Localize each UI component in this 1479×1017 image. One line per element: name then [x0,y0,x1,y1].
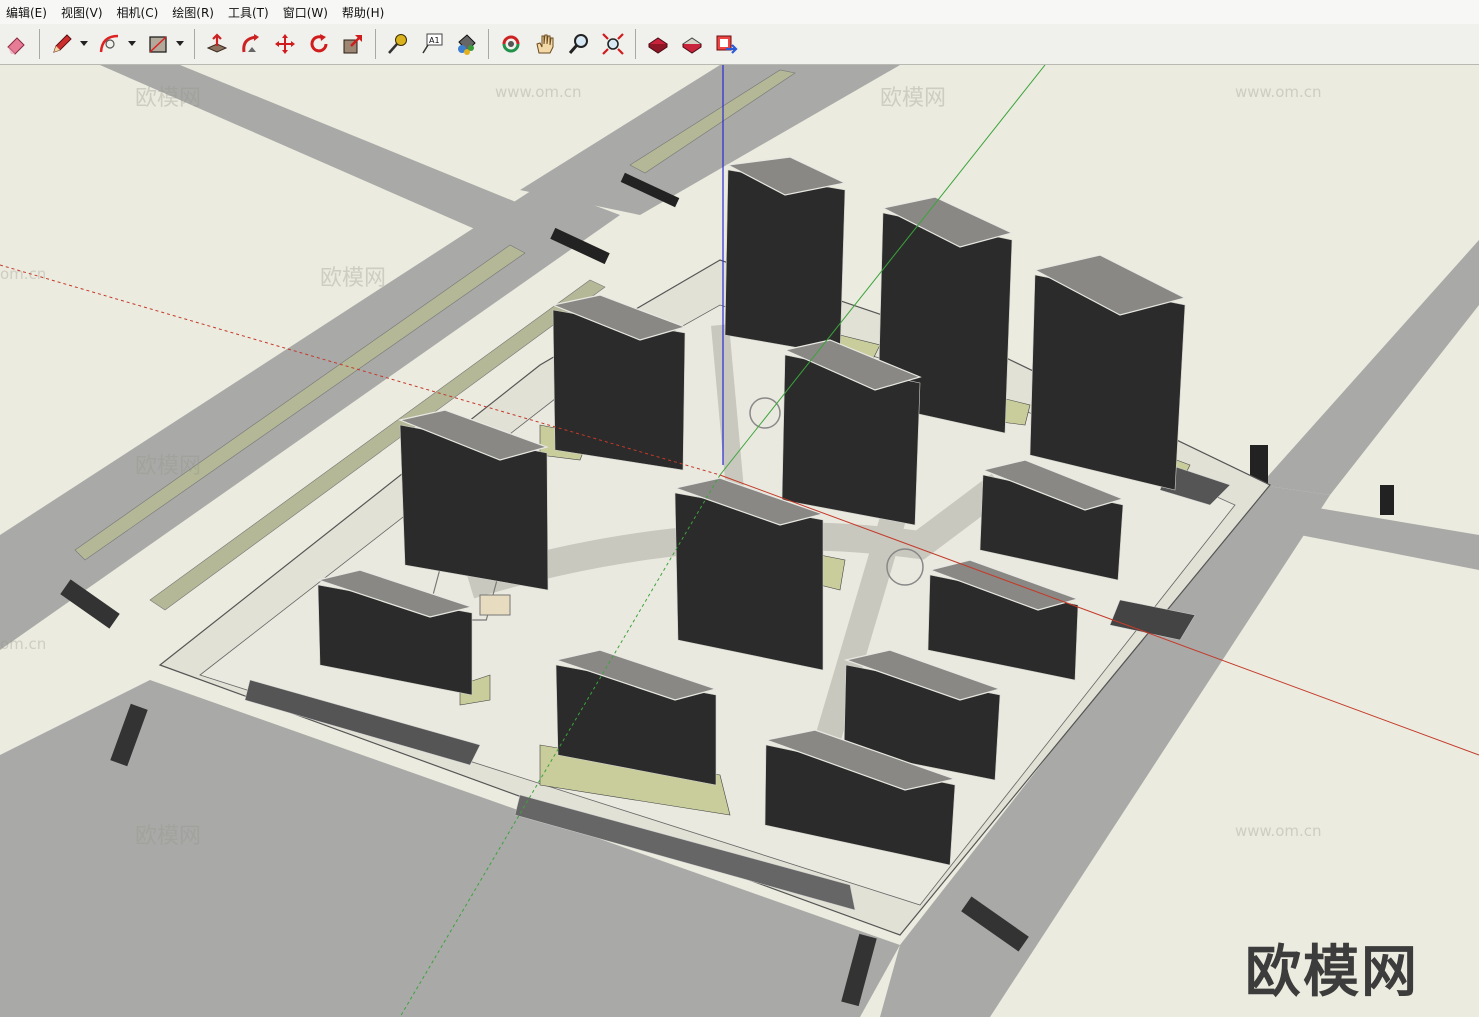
paint-bucket-icon [458,34,476,55]
scale-icon [343,35,362,54]
components-icon [716,35,738,54]
toolbar-separator [39,29,40,59]
orbit-icon [502,35,520,53]
toolbar-separator [635,29,636,59]
warehouse-icon [648,37,668,54]
watermark-brand: 欧模网 [135,454,202,479]
orbit-tool-button[interactable] [496,29,526,59]
toolbar-separator [488,29,489,59]
warehouse-button[interactable] [643,29,673,59]
watermark-url-partial: om.cn [0,265,47,283]
scale-tool-button[interactable] [338,29,368,59]
share-model-icon [682,37,702,54]
arc-dropdown-arrow[interactable] [127,29,137,59]
text-tool-button[interactable]: A1 [417,29,447,59]
arc-icon [99,34,119,53]
toolbar-separator [194,29,195,59]
rectangle-tool-button[interactable] [143,29,173,59]
rotate-icon [310,34,328,53]
watermark-url: www.om.cn [1235,83,1322,101]
zoom-tool-button[interactable] [564,29,594,59]
pan-icon [536,34,554,54]
chevron-down-icon [80,41,88,46]
menu-tools[interactable]: 工具(T) [228,4,269,21]
watermark-brand-large: 欧模网 [1245,940,1419,1005]
components-button[interactable] [711,29,741,59]
zoom-extents-icon [602,33,624,55]
pencil-dropdown-arrow[interactable] [79,29,89,59]
watermark-url-partial: om.cn [0,635,47,653]
move-icon [275,34,295,54]
menu-edit[interactable]: 编辑(E) [6,4,47,21]
watermark-url: www.om.cn [1235,822,1322,840]
chevron-down-icon [176,41,184,46]
rotate-tool-button[interactable] [304,29,334,59]
pencil-tool-button[interactable] [47,29,77,59]
tape-measure-tool-button[interactable] [383,29,413,59]
rectangle-dropdown-arrow[interactable] [175,29,185,59]
menu-camera[interactable]: 相机(C) [117,4,159,21]
paint-bucket-tool-button[interactable] [451,29,481,59]
main-toolbar: A1 [0,24,1479,65]
follow-me-icon [242,34,259,53]
text-icon-label: A1 [429,36,440,45]
share-model-button[interactable] [677,29,707,59]
zoom-extents-tool-button[interactable] [598,29,628,59]
tape-measure-icon [388,34,407,54]
watermark-brand: 欧模网 [320,266,387,291]
toolbar-separator [375,29,376,59]
chevron-down-icon [128,41,136,46]
push-pull-tool-button[interactable] [202,29,232,59]
pan-tool-button[interactable] [530,29,560,59]
eraser-icon [7,37,25,55]
menu-bar: 编辑(E) 视图(V) 相机(C) 绘图(R) 工具(T) 窗口(W) 帮助(H… [0,0,1479,24]
watermark-url: www.om.cn [495,83,582,101]
zoom-icon [568,34,588,54]
rectangle-icon [149,36,167,53]
follow-me-tool-button[interactable] [236,29,266,59]
menu-draw[interactable]: 绘图(R) [172,4,214,21]
move-tool-button[interactable] [270,29,300,59]
arc-tool-button[interactable] [95,29,125,59]
eraser-tool-button[interactable] [2,29,32,59]
watermark-brand: 欧模网 [135,824,202,849]
modeling-viewport[interactable]: 欧模网 www.om.cn 欧模网 www.om.cn om.cn 欧模网 欧模… [0,65,1479,1017]
menu-help[interactable]: 帮助(H) [342,4,384,21]
menu-view[interactable]: 视图(V) [61,4,103,21]
pencil-icon [53,34,72,53]
text-icon: A1 [422,33,443,54]
watermark-brand: 欧模网 [135,86,202,111]
menu-window[interactable]: 窗口(W) [283,4,328,21]
push-pull-icon [206,33,228,53]
watermark-brand: 欧模网 [880,86,947,111]
3d-scene [0,65,1479,1017]
